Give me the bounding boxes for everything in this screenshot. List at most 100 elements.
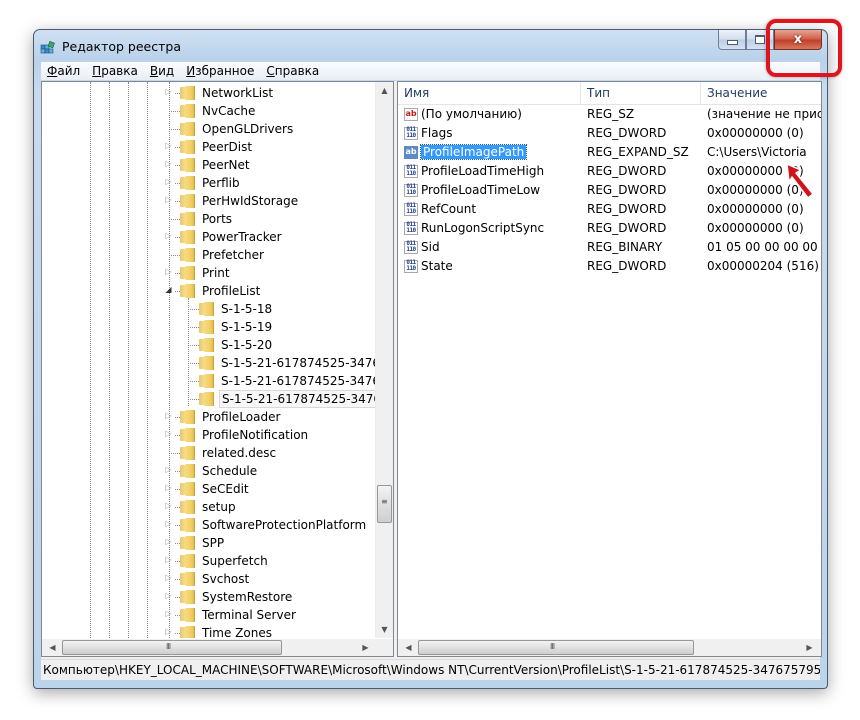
value-row[interactable]: 011 110 Flags REG_DWORD 0x00000000 (0)	[398, 124, 821, 143]
tree-item[interactable]: S-1-5-18	[199, 300, 274, 318]
annotation-highlight-close	[766, 19, 842, 77]
tree-item[interactable]: ProfileNotification	[180, 426, 310, 444]
value-row[interactable]: ab ProfileImagePath REG_EXPAND_SZ C:\Users\…	[398, 143, 821, 162]
tree-item[interactable]: setup	[180, 498, 238, 516]
tree-item[interactable]: ProfileList	[180, 282, 262, 300]
status-bar: Компьютер\HKEY_LOCAL_MACHINE\SOFTWARE\Mi…	[41, 659, 820, 680]
column-header-name[interactable]: Имя	[398, 82, 581, 104]
tree-item[interactable]: Prefetcher	[180, 246, 266, 264]
tree-item[interactable]: SeCEdit	[180, 480, 251, 498]
scroll-right-icon[interactable]: ▶	[801, 639, 818, 656]
value-row[interactable]: 011 110 State REG_DWORD 0x00000204 (516)	[398, 257, 821, 276]
resize-grip-icon[interactable]: ⋰	[810, 660, 818, 678]
expand-icon[interactable]: ▷	[164, 501, 173, 510]
expand-icon[interactable]: ▷	[164, 429, 173, 438]
value-name: ProfileLoadTimeHigh	[421, 164, 545, 178]
value-type: REG_DWORD	[587, 259, 667, 273]
folder-icon	[180, 248, 196, 262]
tree-item[interactable]: S-1-5-19	[199, 318, 274, 336]
expand-icon[interactable]: ▷	[164, 411, 173, 420]
tree-item[interactable]: NvCache	[180, 102, 257, 120]
folder-icon	[180, 194, 196, 208]
scroll-left-icon[interactable]: ◀	[400, 639, 417, 656]
tree-item[interactable]: SPP	[180, 534, 226, 552]
expand-icon[interactable]: ▷	[164, 267, 173, 276]
tree-item[interactable]: Perflib	[180, 174, 242, 192]
scroll-left-icon[interactable]: ◀	[44, 639, 61, 656]
expand-icon[interactable]: ▷	[164, 483, 173, 492]
tree-item[interactable]: PeerDist	[180, 138, 254, 156]
menu-favorites[interactable]: Избранное	[180, 64, 260, 78]
value-row[interactable]: 011 110 RefCount REG_DWORD 0x00000000 (0)	[398, 200, 821, 219]
tree-vscroll-thumb[interactable]: ≡	[377, 485, 392, 523]
expand-icon[interactable]: ▷	[164, 465, 173, 474]
collapse-icon[interactable]: ◢	[164, 285, 173, 294]
expand-icon[interactable]: ▷	[164, 627, 173, 636]
tree-item[interactable]: PeerNet	[180, 156, 252, 174]
tree-item[interactable]: Terminal Server	[180, 606, 298, 624]
tree-item[interactable]: related.desc	[180, 444, 278, 462]
tree-item[interactable]: S-1-5-20	[199, 336, 274, 354]
tree-connector	[169, 453, 180, 454]
expand-icon[interactable]: ▷	[164, 555, 173, 564]
column-header-type[interactable]: Тип	[581, 82, 701, 104]
list-hscroll-thumb[interactable]: III	[418, 640, 694, 655]
tree-item-label: ProfileList	[202, 284, 261, 298]
values-list-pane[interactable]: Имя Тип Значение ab (По умолчанию) REG_SZ(…	[397, 81, 822, 657]
menu-file[interactable]: Файл	[41, 64, 86, 78]
value-row[interactable]: ab(По умолчанию) REG_SZ (значение не присв…	[398, 105, 821, 124]
expand-icon[interactable]: ▷	[164, 519, 173, 528]
menu-view[interactable]: Вид	[144, 64, 180, 78]
expand-icon[interactable]: ▷	[164, 231, 173, 240]
tree-item-label: ProfileNotification	[202, 428, 309, 442]
expand-icon[interactable]: ▷	[164, 195, 173, 204]
expand-icon[interactable]: ▷	[164, 591, 173, 600]
menu-edit[interactable]: Правка	[86, 64, 144, 78]
expand-icon[interactable]: ▷	[164, 537, 173, 546]
expand-icon[interactable]: ▷	[164, 141, 173, 150]
tree-item[interactable]: S-1-5-21-617874525-3476757958	[199, 372, 375, 390]
expand-icon[interactable]: ▷	[164, 177, 173, 186]
expand-icon[interactable]: ▷	[164, 159, 173, 168]
list-horizontal-scrollbar[interactable]: ◀ III ▶	[398, 639, 821, 656]
value-row[interactable]: 011 110 ProfileLoadTimeHigh REG_DWORD 0x0000…	[398, 162, 821, 181]
tree-item-label: Prefetcher	[202, 248, 264, 262]
tree-item[interactable]: Ports	[180, 210, 234, 228]
tree-item[interactable]: Print	[180, 264, 232, 282]
title-bar[interactable]: Редактор реестра x	[34, 30, 827, 60]
column-header-value[interactable]: Значение	[701, 82, 821, 104]
tree-item[interactable]: ProfileLoader	[180, 408, 282, 426]
tree-item[interactable]: Superfetch	[180, 552, 270, 570]
tree-item[interactable]: NetworkList	[180, 84, 275, 102]
minimize-button[interactable]	[718, 30, 746, 50]
tree-item[interactable]: PowerTracker	[180, 228, 284, 246]
tree-item[interactable]: Schedule	[180, 462, 259, 480]
tree-item[interactable]: Svchost	[180, 570, 251, 588]
tree-item[interactable]: SystemRestore	[180, 588, 294, 606]
tree-item[interactable]: Time Zones	[180, 624, 274, 638]
tree-item[interactable]: S-1-5-21-617874525-3476757958	[199, 354, 375, 372]
expand-icon[interactable]: ▷	[164, 573, 173, 582]
expand-icon[interactable]: ▷	[164, 87, 173, 96]
tree-item[interactable]: PerHwIdStorage	[180, 192, 300, 210]
value-row[interactable]: 011 110 ProfileLoadTimeLow REG_DWORD 0x00000…	[398, 181, 821, 200]
tree-horizontal-scrollbar[interactable]: ◀ III ▶	[42, 639, 393, 656]
value-row[interactable]: 011 110 RunLogonScriptSync REG_DWORD 0x00000…	[398, 219, 821, 238]
scroll-right-icon[interactable]: ▶	[357, 639, 374, 656]
menu-help[interactable]: Справка	[260, 64, 325, 78]
tree-vertical-scrollbar[interactable]: ▲ ≡ ▼	[375, 82, 393, 638]
annotation-arrow-icon	[786, 163, 814, 199]
tree-guide	[90, 82, 91, 638]
scroll-up-icon[interactable]: ▲	[376, 82, 393, 99]
tree-item[interactable]: S-1-5-21-617874525-3476757958	[199, 390, 375, 408]
tree-item[interactable]: OpenGLDrivers	[180, 120, 295, 138]
tree-item[interactable]: SoftwareProtectionPlatform	[180, 516, 368, 534]
tree-hscroll-thumb[interactable]: III	[62, 640, 282, 655]
folder-icon	[180, 626, 196, 638]
tree-item-label: S-1-5-20	[221, 338, 273, 352]
key-tree-pane[interactable]: ▷ NetworkList NvCache OpenGLDrivers ▷ PeerDis…	[41, 81, 394, 657]
value-type: REG_DWORD	[587, 202, 667, 216]
scroll-down-icon[interactable]: ▼	[376, 621, 393, 638]
expand-icon[interactable]: ▷	[164, 609, 173, 618]
value-row[interactable]: 011110Sid REG_BINARY 01 05 00 00 00 00 00 …	[398, 238, 821, 257]
